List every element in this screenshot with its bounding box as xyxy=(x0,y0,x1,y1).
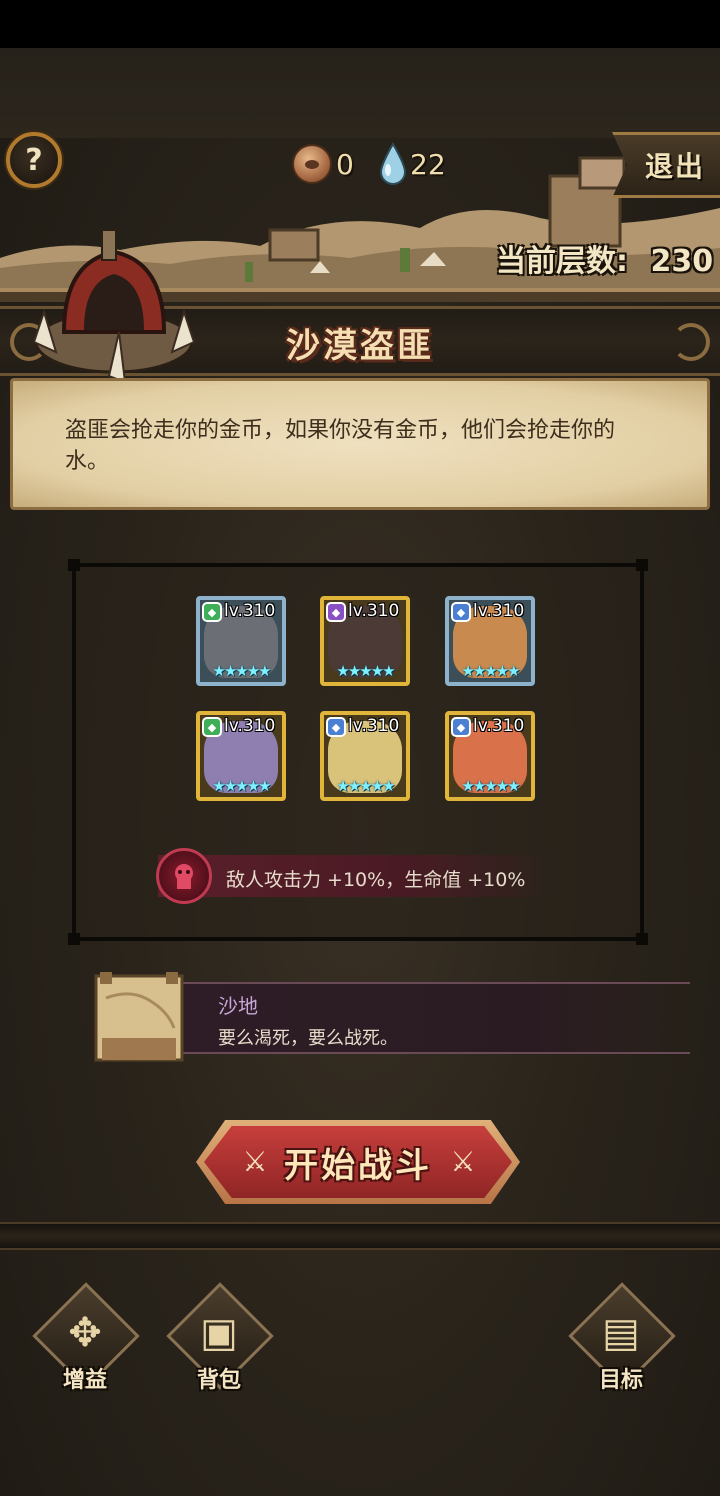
frame-corner xyxy=(636,933,648,945)
hero-level: lv.310 xyxy=(224,716,276,736)
wings-emblem-icon: ✥ xyxy=(68,1310,102,1356)
hero-level: lv.310 xyxy=(348,716,400,736)
bottom-divider xyxy=(0,1222,720,1250)
goal-label: 目标 xyxy=(598,1368,643,1393)
help-label: ? xyxy=(25,142,43,178)
exit-label: 退出 xyxy=(644,150,705,183)
frame-corner xyxy=(68,559,80,571)
event-description-panel: 盗匪会抢走你的金币，如果你没有金币，他们会抢走你的水。 xyxy=(10,378,710,510)
crossed-swords-icon: ⚔ xyxy=(242,1145,268,1178)
hero-class-icon: ◆ xyxy=(451,717,471,737)
game-screen: ? 0 22 退出 当前层数: 230 沙漠盗匪 盗匪会抢走你的金币，如果你没有… xyxy=(0,0,720,1496)
hero-star-rating: ★★★★★ xyxy=(336,662,395,680)
water-drop-icon xyxy=(379,142,407,185)
event-description: 盗匪会抢走你的金币，如果你没有金币，他们会抢走你的水。 xyxy=(65,418,616,474)
hero-star-rating: ★★★★★ xyxy=(461,777,520,795)
hero-level: lv.310 xyxy=(348,601,400,621)
hero-class-icon: ◆ xyxy=(202,602,222,622)
enemy-hero-card[interactable]: ◆ lv.310 ★★★★★ xyxy=(196,711,286,801)
hero-class-icon: ◆ xyxy=(326,602,346,622)
hero-level: lv.310 xyxy=(224,601,276,621)
hero-star-rating: ★★★★★ xyxy=(461,662,520,680)
floor-value: 230 xyxy=(650,244,714,279)
hero-class-icon: ◆ xyxy=(326,717,346,737)
sand-map-icon xyxy=(94,972,184,1062)
hero-class-icon: ◆ xyxy=(451,602,471,622)
frame-corner xyxy=(636,559,648,571)
terrain-name: 沙地 xyxy=(218,994,258,1018)
status-bar-area xyxy=(0,0,720,48)
enemy-hero-card[interactable]: ◆ lv.310 ★★★★★ xyxy=(445,596,535,686)
floor-label: 当前层数: xyxy=(496,244,628,279)
enemy-hero-card[interactable]: ◆ lv.310 ★★★★★ xyxy=(196,596,286,686)
hero-star-rating: ★★★★★ xyxy=(212,662,271,680)
buff-emblem-icon xyxy=(175,864,193,889)
hero-star-rating: ★★★★★ xyxy=(336,777,395,795)
enemy-hero-card[interactable]: ◆ lv.310 ★★★★★ xyxy=(320,596,410,686)
buff-label: 增益 xyxy=(62,1368,107,1393)
frame-corner xyxy=(68,933,80,945)
bag-button[interactable]: ▣ 背包 xyxy=(164,1282,274,1398)
water-counter: 22 xyxy=(378,142,446,186)
enemy-hero-card[interactable]: ◆ lv.310 ★★★★★ xyxy=(320,711,410,801)
current-floor: 当前层数: 230 xyxy=(496,236,713,280)
coin-counter: 0 xyxy=(292,142,354,186)
terrain-description: 要么渴死，要么战死。 xyxy=(218,1028,398,1049)
treasure-chest-icon: ▤ xyxy=(602,1310,640,1356)
backpack-icon: ▣ xyxy=(200,1310,238,1356)
bag-label: 背包 xyxy=(196,1368,241,1393)
bandit-camp-icon xyxy=(32,229,196,384)
hero-level: lv.310 xyxy=(473,601,525,621)
exit-button[interactable]: 退出 xyxy=(612,132,720,198)
demon-skull-icon xyxy=(156,848,212,904)
coin-count: 0 xyxy=(336,147,354,181)
start-battle-label: 开始战斗 xyxy=(284,1145,432,1186)
enemy-hero-card[interactable]: ◆ lv.310 ★★★★★ xyxy=(445,711,535,801)
hero-star-rating: ★★★★★ xyxy=(212,777,271,795)
coin-icon xyxy=(292,144,332,184)
hero-class-icon: ◆ xyxy=(202,717,222,737)
help-button[interactable]: ? xyxy=(6,132,62,188)
header-band xyxy=(0,48,720,138)
enemy-buff-text: 敌人攻击力 +10%，生命值 +10% xyxy=(226,869,526,891)
goal-button[interactable]: ▤ 目标 xyxy=(566,1282,676,1398)
water-count: 22 xyxy=(410,147,446,181)
hero-level: lv.310 xyxy=(473,716,525,736)
buff-button[interactable]: ✥ 增益 xyxy=(30,1282,140,1398)
crossed-swords-icon: ⚔ xyxy=(450,1145,476,1178)
